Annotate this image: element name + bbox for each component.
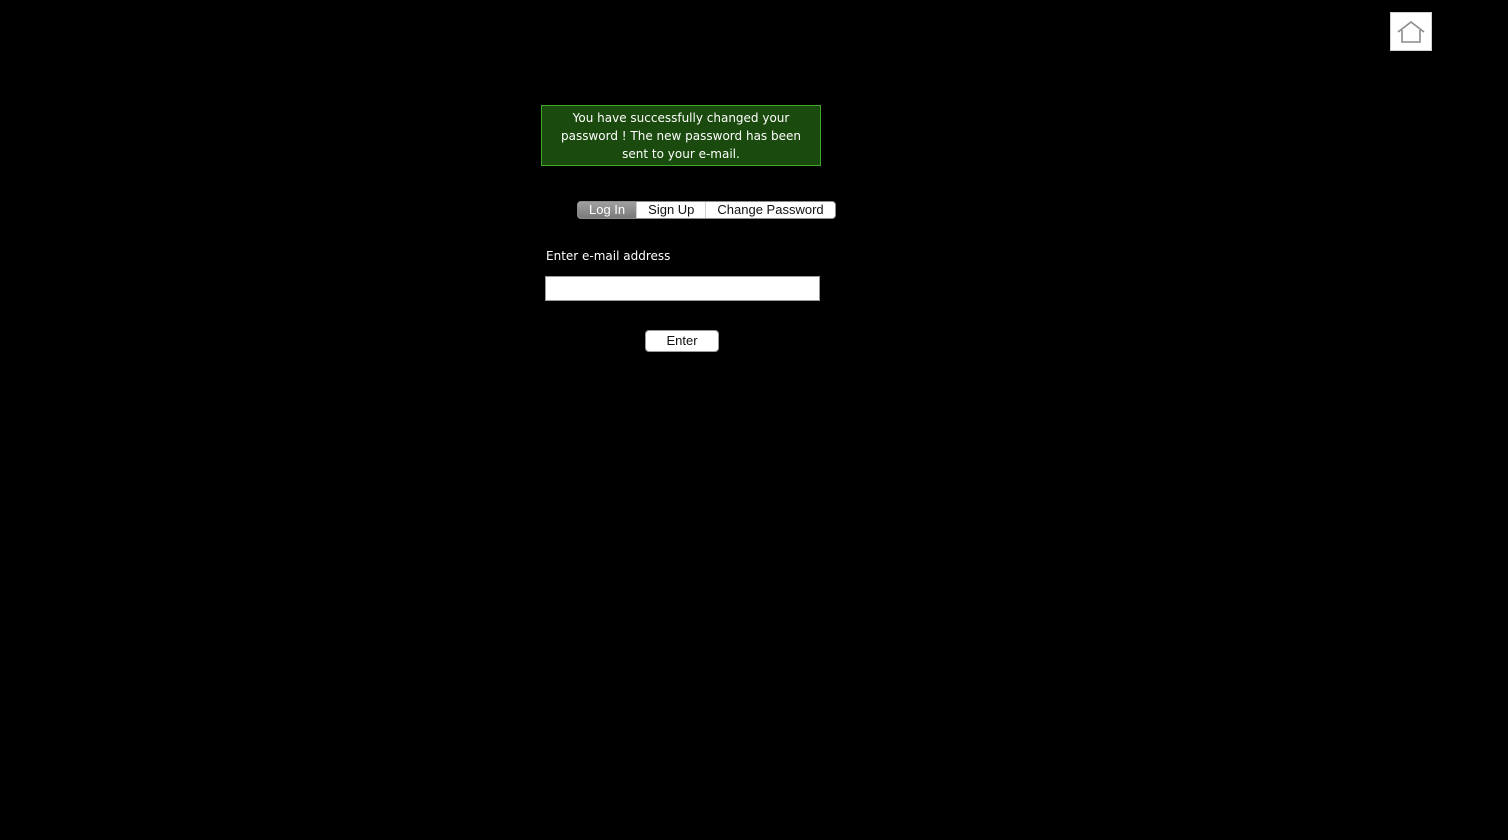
home-button[interactable] xyxy=(1390,12,1432,51)
enter-button[interactable]: Enter xyxy=(645,330,719,352)
home-icon xyxy=(1396,20,1426,44)
tab-log-in[interactable]: Log In xyxy=(578,202,638,218)
tab-sign-up[interactable]: Sign Up xyxy=(637,202,707,218)
tab-change-password[interactable]: Change Password xyxy=(706,202,835,218)
email-input[interactable] xyxy=(545,276,820,301)
success-message: You have successfully changed your passw… xyxy=(561,111,801,161)
success-notification: You have successfully changed your passw… xyxy=(541,105,821,166)
auth-tabs: Log In Sign Up Change Password xyxy=(577,201,836,219)
page: You have successfully changed your passw… xyxy=(0,0,1508,840)
email-label: Enter e-mail address xyxy=(546,249,671,263)
